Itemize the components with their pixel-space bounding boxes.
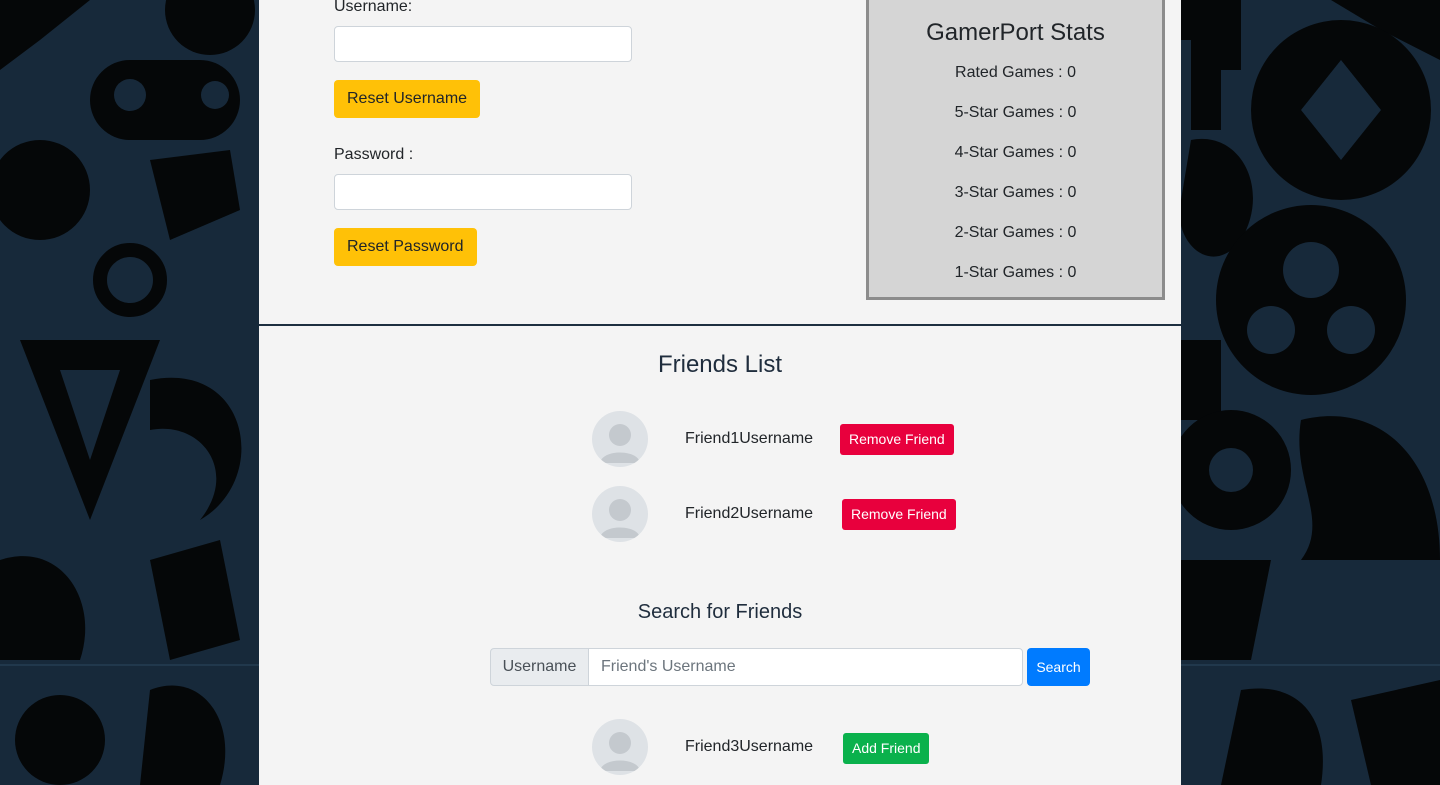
stat-4-star-games: 4-Star Games : 0 bbox=[954, 144, 1077, 161]
stat-1-star-games: 1-Star Games : 0 bbox=[954, 264, 1077, 281]
friend-username: Friend2Username bbox=[685, 505, 814, 522]
reset-username-button[interactable]: Reset Username bbox=[334, 80, 481, 118]
friend-row: Friend2Username Remove Friend bbox=[259, 486, 1181, 542]
password-label: Password : bbox=[334, 146, 414, 163]
stat-3-star-games: 3-Star Games : 0 bbox=[954, 184, 1077, 201]
background-pattern-right bbox=[1181, 0, 1440, 785]
reset-password-button[interactable]: Reset Password bbox=[334, 228, 477, 266]
remove-friend-button[interactable]: Remove Friend bbox=[842, 499, 956, 530]
remove-friend-button[interactable]: Remove Friend bbox=[840, 424, 954, 455]
username-label: Username: bbox=[334, 0, 413, 15]
friend-search-input[interactable] bbox=[588, 648, 1023, 686]
stat-rated-games: Rated Games : 0 bbox=[955, 64, 1076, 81]
avatar bbox=[592, 486, 648, 542]
friend-username: Friend1Username bbox=[685, 430, 814, 447]
stats-panel: GamerPort Stats Rated Games : 0 5-Star G… bbox=[866, 0, 1165, 300]
search-button[interactable]: Search bbox=[1027, 648, 1090, 686]
password-input[interactable] bbox=[334, 174, 632, 210]
stat-5-star-games: 5-Star Games : 0 bbox=[954, 104, 1077, 121]
search-result-row: Friend3Username Add Friend bbox=[259, 719, 1181, 775]
search-prefix-label: Username bbox=[490, 648, 589, 686]
section-divider bbox=[259, 324, 1181, 326]
friend-row: Friend1Username Remove Friend bbox=[259, 411, 1181, 467]
background-pattern-left bbox=[0, 0, 259, 785]
username-input[interactable] bbox=[334, 26, 632, 62]
stats-title: GamerPort Stats bbox=[926, 19, 1105, 46]
search-friends-title: Search for Friends bbox=[637, 601, 803, 623]
avatar bbox=[592, 719, 648, 775]
friend-username: Friend3Username bbox=[685, 738, 814, 755]
friends-list-title: Friends List bbox=[657, 351, 783, 378]
stat-2-star-games: 2-Star Games : 0 bbox=[954, 224, 1077, 241]
avatar bbox=[592, 411, 648, 467]
profile-panel: Username: Reset Username Password : Rese… bbox=[259, 0, 1181, 785]
add-friend-button[interactable]: Add Friend bbox=[843, 733, 930, 764]
